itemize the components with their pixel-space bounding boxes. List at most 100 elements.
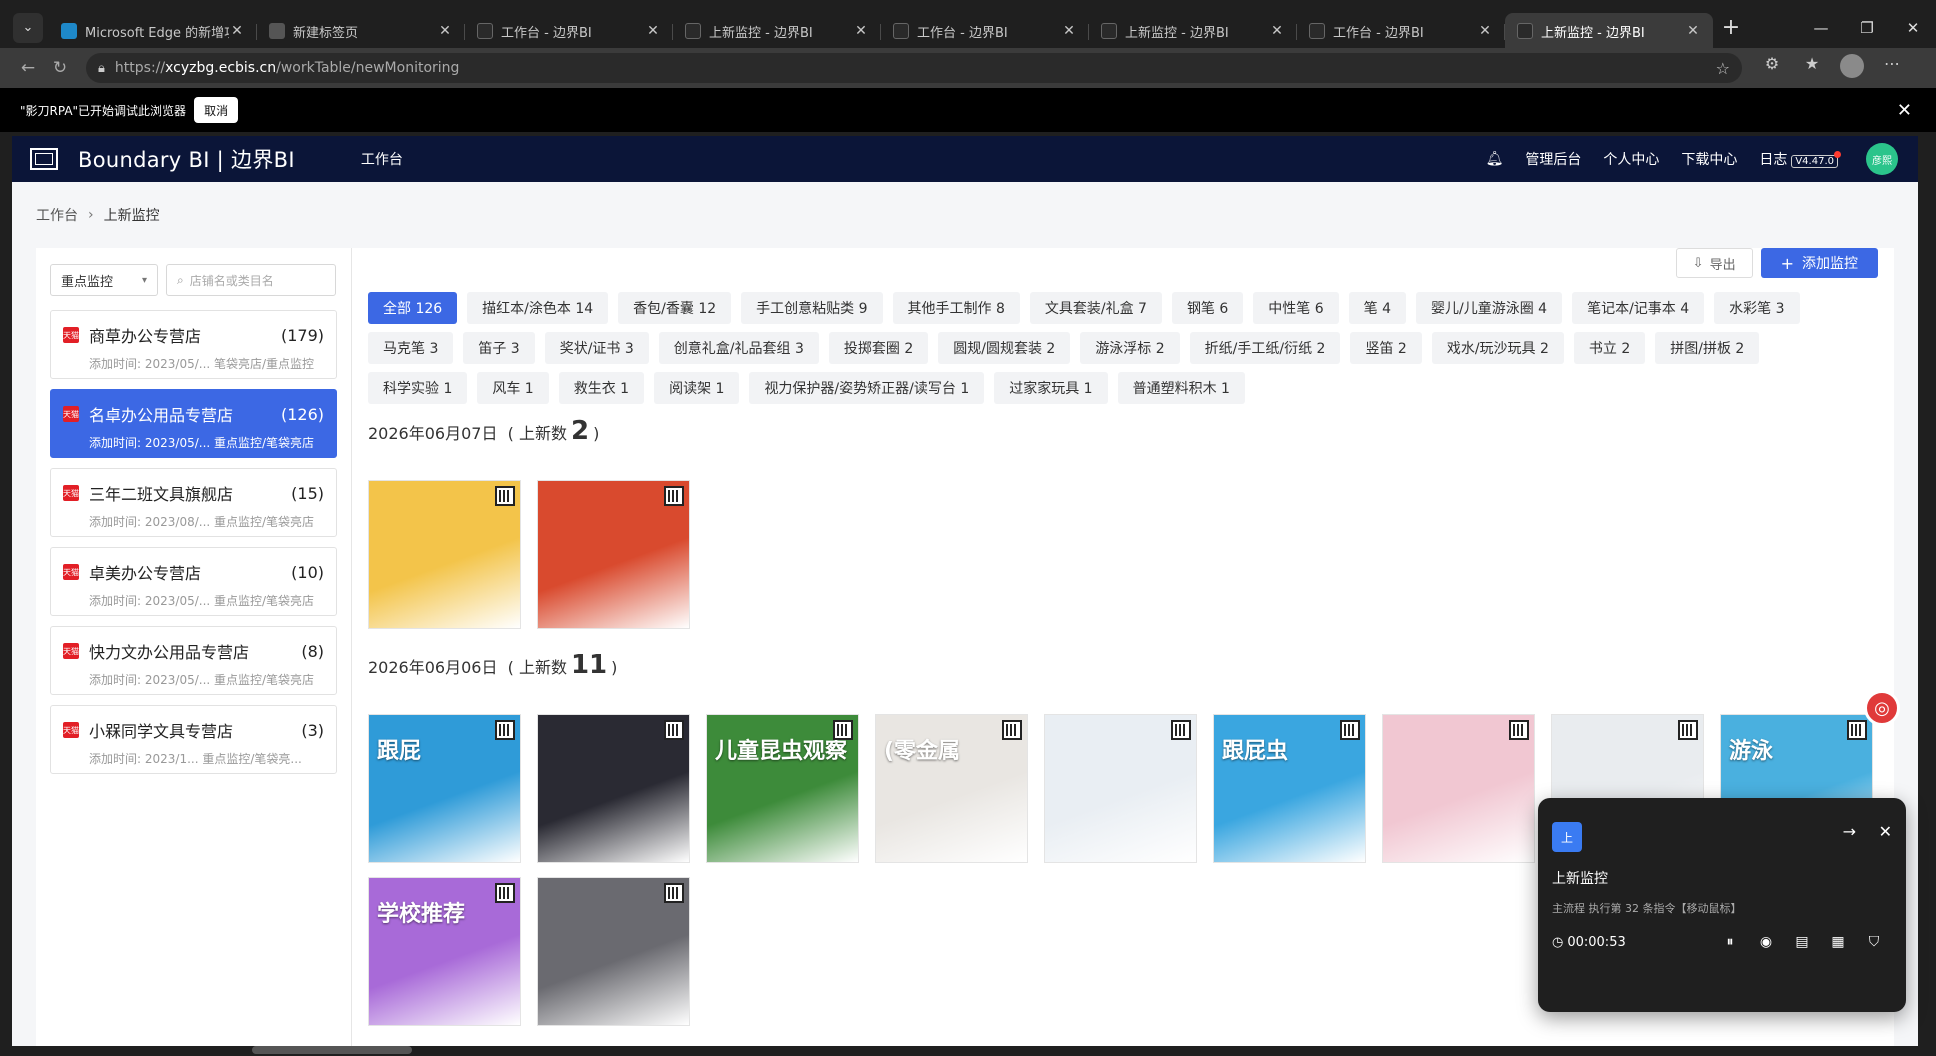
nav-personal-center[interactable]: 个人中心 <box>1603 149 1659 169</box>
qr-code-icon[interactable] <box>1340 720 1360 740</box>
category-chip[interactable]: 水彩笔 3 <box>1714 292 1800 324</box>
horizontal-scrollbar[interactable] <box>252 1046 412 1054</box>
product-card[interactable] <box>537 714 690 863</box>
product-card[interactable] <box>537 877 690 1026</box>
category-chip[interactable]: 钢笔 6 <box>1171 292 1244 324</box>
profile-avatar[interactable] <box>1832 54 1872 82</box>
store-search-input[interactable]: ⌕ 店铺名或类目名 <box>166 264 336 296</box>
arrow-right-icon[interactable]: → <box>1843 822 1856 841</box>
store-item[interactable]: 天猫 快力文办公用品专营店 (8) 添加时间: 2023/05/... 重点监控/笔袋… <box>50 626 337 695</box>
category-chip[interactable]: 文具套装/礼盒 7 <box>1029 292 1162 324</box>
help-lifebuoy-icon[interactable]: ◎ <box>1864 690 1900 726</box>
minimize-button[interactable]: — <box>1798 19 1844 37</box>
refresh-button[interactable]: ↻ <box>44 58 76 78</box>
qr-code-icon[interactable] <box>664 486 684 506</box>
category-chip[interactable]: 折纸/手工纸/衍纸 2 <box>1189 332 1341 364</box>
category-chip[interactable]: 笔 4 <box>1348 292 1407 324</box>
category-chip[interactable]: 科学实验 1 <box>368 372 468 404</box>
category-chip[interactable]: 中性笔 6 <box>1253 292 1339 324</box>
category-chip[interactable]: 普通塑料积木 1 <box>1117 372 1245 404</box>
category-chip[interactable]: 圆规/圆规套装 2 <box>938 332 1071 364</box>
back-button[interactable]: ← <box>12 58 44 78</box>
close-icon[interactable]: ✕ <box>1897 100 1912 121</box>
product-card[interactable] <box>1044 714 1197 863</box>
close-icon[interactable]: ✕ <box>229 23 245 39</box>
url-field[interactable]: 🔒︎ https:// xcyzbg.ecbis.cn /workTable/n… <box>86 53 1742 83</box>
favorites-icon[interactable]: ★ <box>1792 54 1832 82</box>
nav-download-center[interactable]: 下载中心 <box>1681 149 1737 169</box>
store-item[interactable]: 天猫 小槑同学文具专营店 (3) 添加时间: 2023/1... 重点监控/笔袋亮..… <box>50 705 337 774</box>
store-item[interactable]: 天猫 名卓办公用品专营店 (126) 添加时间: 2023/05/... 重点监控/笔… <box>50 389 337 458</box>
bell-icon[interactable]: 🔔︎ <box>1486 151 1504 167</box>
debug-cancel-button[interactable]: 取消 <box>194 97 239 123</box>
more-options-icon[interactable]: ⋯ <box>1872 54 1912 82</box>
browser-tab[interactable]: 上新监控 - 边界BI ✕ <box>1089 13 1297 50</box>
category-chip[interactable]: 奖状/证书 3 <box>544 332 649 364</box>
category-chip[interactable]: 描红本/涂色本 14 <box>467 292 609 324</box>
category-chip[interactable]: 竖笛 2 <box>1350 332 1422 364</box>
category-chip[interactable]: 全部 126 <box>368 292 458 324</box>
browser-tab[interactable]: 工作台 - 边界BI ✕ <box>881 13 1089 50</box>
category-chip[interactable]: 婴儿/儿童游泳圈 4 <box>1416 292 1563 324</box>
product-card[interactable]: (零金属 <box>875 714 1028 863</box>
store-item[interactable]: 天猫 三年二班文具旗舰店 (15) 添加时间: 2023/08/... 重点监控/笔袋… <box>50 468 337 537</box>
nav-admin[interactable]: 管理后台 <box>1525 149 1581 169</box>
qr-code-icon[interactable] <box>1509 720 1529 740</box>
table-icon[interactable]: ▦ <box>1820 934 1856 950</box>
close-icon[interactable]: ✕ <box>853 23 869 39</box>
browser-tab[interactable]: Microsoft Edge 的新增功能✕ <box>49 13 257 50</box>
category-chip[interactable]: 游泳浮标 2 <box>1080 332 1180 364</box>
qr-code-icon[interactable] <box>1171 720 1191 740</box>
export-button[interactable]: ⇩ 导出 <box>1675 248 1753 278</box>
category-chip[interactable]: 马克笔 3 <box>368 332 454 364</box>
close-icon[interactable]: ✕ <box>1061 23 1077 39</box>
category-chip[interactable]: 其他手工制作 8 <box>892 292 1020 324</box>
product-card[interactable]: 儿童昆虫观察 <box>706 714 859 863</box>
category-chip[interactable]: 拼图/拼板 2 <box>1655 332 1760 364</box>
category-chip[interactable]: 创意礼盒/礼品套组 3 <box>658 332 819 364</box>
pause-icon[interactable]: ⏸ <box>1712 934 1748 950</box>
log-file-icon[interactable]: ▤ <box>1784 934 1820 950</box>
product-card[interactable] <box>537 480 690 629</box>
product-card[interactable]: 跟屁虫 <box>1213 714 1366 863</box>
browser-tab[interactable]: 工作台 - 边界BI ✕ <box>465 13 673 50</box>
category-chip[interactable]: 书立 2 <box>1573 332 1646 364</box>
add-monitor-button[interactable]: + 添加监控 <box>1760 248 1878 278</box>
product-card[interactable]: 学校推荐 <box>368 877 521 1026</box>
new-tab-button[interactable]: + <box>1713 15 1749 40</box>
category-chip[interactable]: 手工创意粘贴类 9 <box>741 292 883 324</box>
browser-tab[interactable]: 新建标签页 ✕ <box>257 13 465 50</box>
category-chip[interactable]: 视力保护器/姿势矫正器/读写台 1 <box>749 372 985 404</box>
qr-code-icon[interactable] <box>664 883 684 903</box>
tab-actions-menu-button[interactable]: ⌄ <box>13 12 43 43</box>
category-chip[interactable]: 过家家玩具 1 <box>994 372 1108 404</box>
category-chip[interactable]: 笔记本/记事本 4 <box>1572 292 1705 324</box>
nav-log[interactable]: 日志 V4.47.0 <box>1759 149 1838 169</box>
browser-tab[interactable]: 上新监控 - 边界BI ✕ <box>1505 12 1713 50</box>
category-chip[interactable]: 风车 1 <box>477 372 549 404</box>
monitor-filter-select[interactable]: 重点监控 ▾ <box>50 264 158 296</box>
store-item[interactable]: 天猫 商草办公专营店 (179) 添加时间: 2023/05/... 笔袋亮店/重点监… <box>50 310 337 379</box>
category-chip[interactable]: 戏水/玩沙玩具 2 <box>1431 332 1564 364</box>
close-icon[interactable]: ✕ <box>437 23 453 39</box>
browser-tab[interactable]: 上新监控 - 边界BI ✕ <box>673 13 881 50</box>
qr-code-icon[interactable] <box>1002 720 1022 740</box>
product-card[interactable] <box>368 480 521 629</box>
qr-code-icon[interactable] <box>495 486 515 506</box>
browser-tab[interactable]: 工作台 - 边界BI ✕ <box>1297 13 1505 50</box>
breadcrumb-root[interactable]: 工作台 <box>36 205 78 225</box>
qr-code-icon[interactable] <box>495 720 515 740</box>
category-chip[interactable]: 投掷套圈 2 <box>828 332 929 364</box>
qr-code-icon[interactable] <box>1678 720 1698 740</box>
user-avatar[interactable]: 彦熙 <box>1866 143 1898 175</box>
product-card[interactable]: 跟屁 <box>368 714 521 863</box>
nav-worktab[interactable]: 工作台 <box>361 149 403 169</box>
favorite-star-icon[interactable]: ☆ <box>1716 59 1730 78</box>
extensions-icon[interactable]: ⚙ <box>1752 54 1792 82</box>
qr-code-icon[interactable] <box>833 720 853 740</box>
qr-code-icon[interactable] <box>664 720 684 740</box>
restore-button[interactable]: ❐ <box>1844 19 1890 37</box>
close-icon[interactable]: ✕ <box>645 23 661 39</box>
close-icon[interactable]: ✕ <box>1879 822 1892 841</box>
close-window-button[interactable]: ✕ <box>1890 19 1936 37</box>
